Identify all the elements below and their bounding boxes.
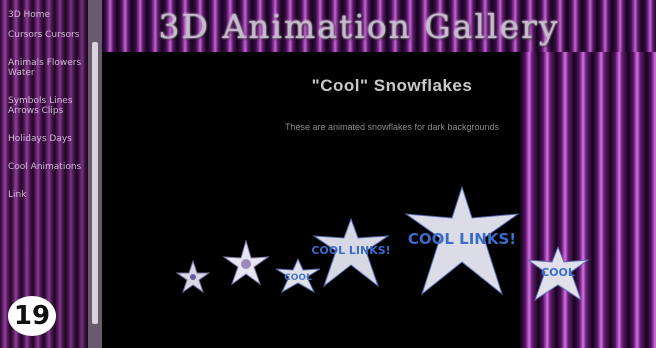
curtain-background: [520, 52, 656, 348]
frame-scrollbar-thumb[interactable]: [92, 42, 98, 324]
page-number-badge: 19: [8, 296, 56, 336]
snowflake-image-5[interactable]: COOL LINKS!: [404, 186, 520, 296]
main-content: "Cool" Snowflakes These are animated sno…: [102, 52, 590, 348]
snowflake-icon: [176, 260, 210, 294]
header-banner: 3D Animation Gallery: [102, 0, 656, 52]
snowflake-label-3: COOL: [284, 273, 312, 283]
left-navigation-frame: 3D Home Cursors Cursors Animals Flowers …: [0, 0, 88, 348]
nav-item-cool[interactable]: Cool Animations: [8, 162, 84, 172]
snowflake-image-4[interactable]: COOL LINKS!: [312, 218, 390, 288]
snowflake-image-2[interactable]: [222, 240, 270, 288]
snowflake-image-1[interactable]: [176, 260, 210, 294]
nav-item-holidays[interactable]: Holidays Days: [8, 134, 84, 144]
snowflake-image-6[interactable]: COOL: [526, 246, 590, 302]
nav-item-link[interactable]: Link: [8, 190, 84, 200]
site-title: 3D Animation Gallery: [158, 6, 560, 46]
nav-item-animals[interactable]: Animals Flowers Water: [8, 58, 84, 78]
nav-item-home[interactable]: 3D Home: [8, 10, 84, 20]
nav-list: 3D Home Cursors Cursors Animals Flowers …: [8, 10, 84, 218]
page-description: These are animated snowflakes for dark b…: [284, 122, 500, 132]
snowflake-icon: [222, 240, 270, 286]
nav-item-cursors[interactable]: Cursors Cursors: [8, 30, 84, 40]
nav-item-symbols[interactable]: Symbols Lines Arrows Clips: [8, 96, 84, 116]
snowflake-label-6: COOL: [541, 266, 575, 279]
snowflake-label-5: COOL LINKS!: [408, 230, 516, 248]
page-heading: "Cool" Snowflakes: [311, 76, 473, 95]
snowflake-label-4: COOL LINKS!: [312, 244, 390, 257]
